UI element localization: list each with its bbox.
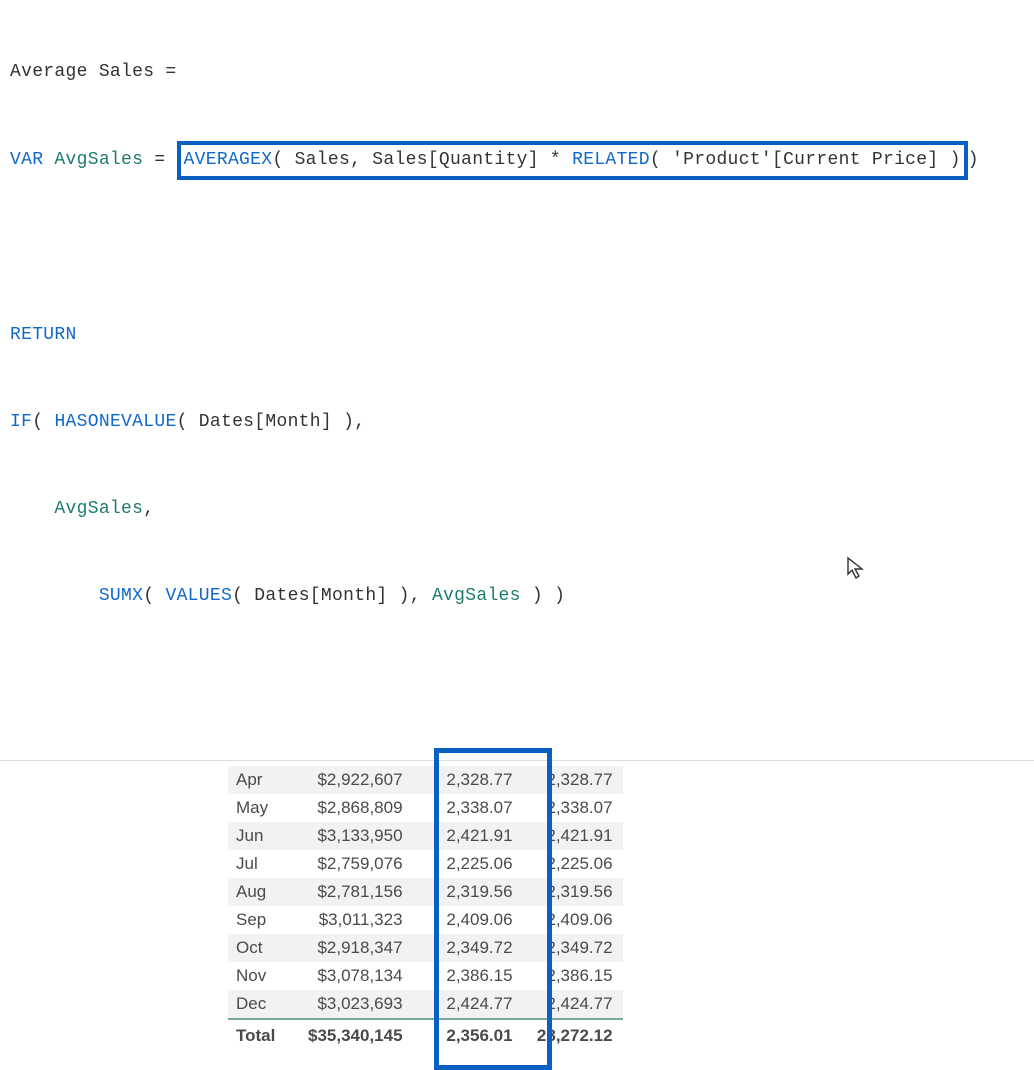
total-avg2: 28,272.12: [523, 1019, 623, 1050]
table-row: May$2,868,8092,338.072,338.07: [228, 794, 623, 822]
table-row: Jun$3,133,9502,421.912,421.91: [228, 822, 623, 850]
keyword-var: VAR: [10, 150, 43, 170]
var-ref-2: AvgSales: [432, 586, 521, 606]
args-3: ( Dates[Month] ),: [177, 412, 366, 432]
sales-cell: $2,922,607: [298, 766, 413, 794]
avg2-cell: 2,328.77: [523, 766, 623, 794]
paren-open: (: [32, 412, 54, 432]
avg2-cell: 2,409.06: [523, 906, 623, 934]
avg-cell: 2,328.77: [413, 766, 523, 794]
table-row: Aug$2,781,1562,319.562,319.56: [228, 878, 623, 906]
total-label: Total: [228, 1019, 298, 1050]
avg2-cell: 2,424.77: [523, 990, 623, 1019]
table-row: Dec$3,023,6932,424.772,424.77: [228, 990, 623, 1019]
avg-cell: 2,338.07: [413, 794, 523, 822]
sales-cell: $2,918,347: [298, 934, 413, 962]
close-parens: ) ): [521, 586, 565, 606]
total-sales: $35,340,145: [298, 1019, 413, 1050]
mouse-cursor-icon: [846, 556, 866, 586]
sales-cell: $2,868,809: [298, 794, 413, 822]
avg2-cell: 2,349.72: [523, 934, 623, 962]
func-if: IF: [10, 412, 32, 432]
var-name: AvgSales: [43, 150, 143, 170]
month-cell: Jul: [228, 850, 298, 878]
sales-cell: $3,023,693: [298, 990, 413, 1019]
avg-cell: 2,424.77: [413, 990, 523, 1019]
table-row: Nov$3,078,1342,386.152,386.15: [228, 962, 623, 990]
highlighted-expression: AVERAGEX( Sales, Sales[Quantity] * RELAT…: [177, 141, 968, 180]
sales-cell: $3,078,134: [298, 962, 413, 990]
avg2-cell: 2,386.15: [523, 962, 623, 990]
func-sumx: SUMX: [99, 586, 143, 606]
avg-cell: 2,386.15: [413, 962, 523, 990]
data-table-wrap: Apr$2,922,6072,328.772,328.77 May$2,868,…: [228, 766, 1034, 1050]
month-cell: Oct: [228, 934, 298, 962]
sales-cell: $2,781,156: [298, 878, 413, 906]
avg2-cell: 2,225.06: [523, 850, 623, 878]
month-cell: Aug: [228, 878, 298, 906]
table-row: Oct$2,918,3472,349.722,349.72: [228, 934, 623, 962]
avg2-cell: 2,319.56: [523, 878, 623, 906]
func-averagex: AVERAGEX: [184, 150, 273, 170]
table-row: Jul$2,759,0762,225.062,225.06: [228, 850, 623, 878]
equals: =: [143, 150, 176, 170]
month-cell: Apr: [228, 766, 298, 794]
total-avg: 2,356.01: [413, 1019, 523, 1050]
avg-cell: 2,225.06: [413, 850, 523, 878]
month-cell: May: [228, 794, 298, 822]
avg2-cell: 2,338.07: [523, 794, 623, 822]
keyword-return: RETURN: [10, 325, 77, 345]
func-hasonevalue: HASONEVALUE: [54, 412, 176, 432]
dax-formula-editor[interactable]: Average Sales = VAR AvgSales = AVERAGEX(…: [0, 0, 1034, 650]
close-paren: ): [968, 150, 979, 170]
var-ref-1: AvgSales: [10, 499, 143, 519]
table-total-row: Total$35,340,1452,356.0128,272.12: [228, 1019, 623, 1050]
args-2: ( 'Product'[Current Price] ): [650, 150, 961, 170]
sales-cell: $3,011,323: [298, 906, 413, 934]
avg-cell: 2,319.56: [413, 878, 523, 906]
comma: ,: [143, 499, 154, 519]
avg-cell: 2,421.91: [413, 822, 523, 850]
horizontal-divider: [0, 760, 1034, 761]
sales-cell: $3,133,950: [298, 822, 413, 850]
func-related: RELATED: [572, 150, 650, 170]
avg-cell: 2,349.72: [413, 934, 523, 962]
month-cell: Sep: [228, 906, 298, 934]
month-cell: Nov: [228, 962, 298, 990]
paren-open-2: (: [143, 586, 165, 606]
avg-cell: 2,409.06: [413, 906, 523, 934]
sales-cell: $2,759,076: [298, 850, 413, 878]
args-1: ( Sales, Sales[Quantity] *: [272, 150, 572, 170]
func-values: VALUES: [165, 586, 232, 606]
args-4: ( Dates[Month] ),: [232, 586, 432, 606]
month-cell: Jun: [228, 822, 298, 850]
measure-name: Average Sales =: [10, 62, 177, 82]
data-table[interactable]: Apr$2,922,6072,328.772,328.77 May$2,868,…: [228, 766, 623, 1050]
avg2-cell: 2,421.91: [523, 822, 623, 850]
month-cell: Dec: [228, 990, 298, 1019]
table-row: Sep$3,011,3232,409.062,409.06: [228, 906, 623, 934]
indent: [10, 586, 99, 606]
table-row: Apr$2,922,6072,328.772,328.77: [228, 766, 623, 794]
